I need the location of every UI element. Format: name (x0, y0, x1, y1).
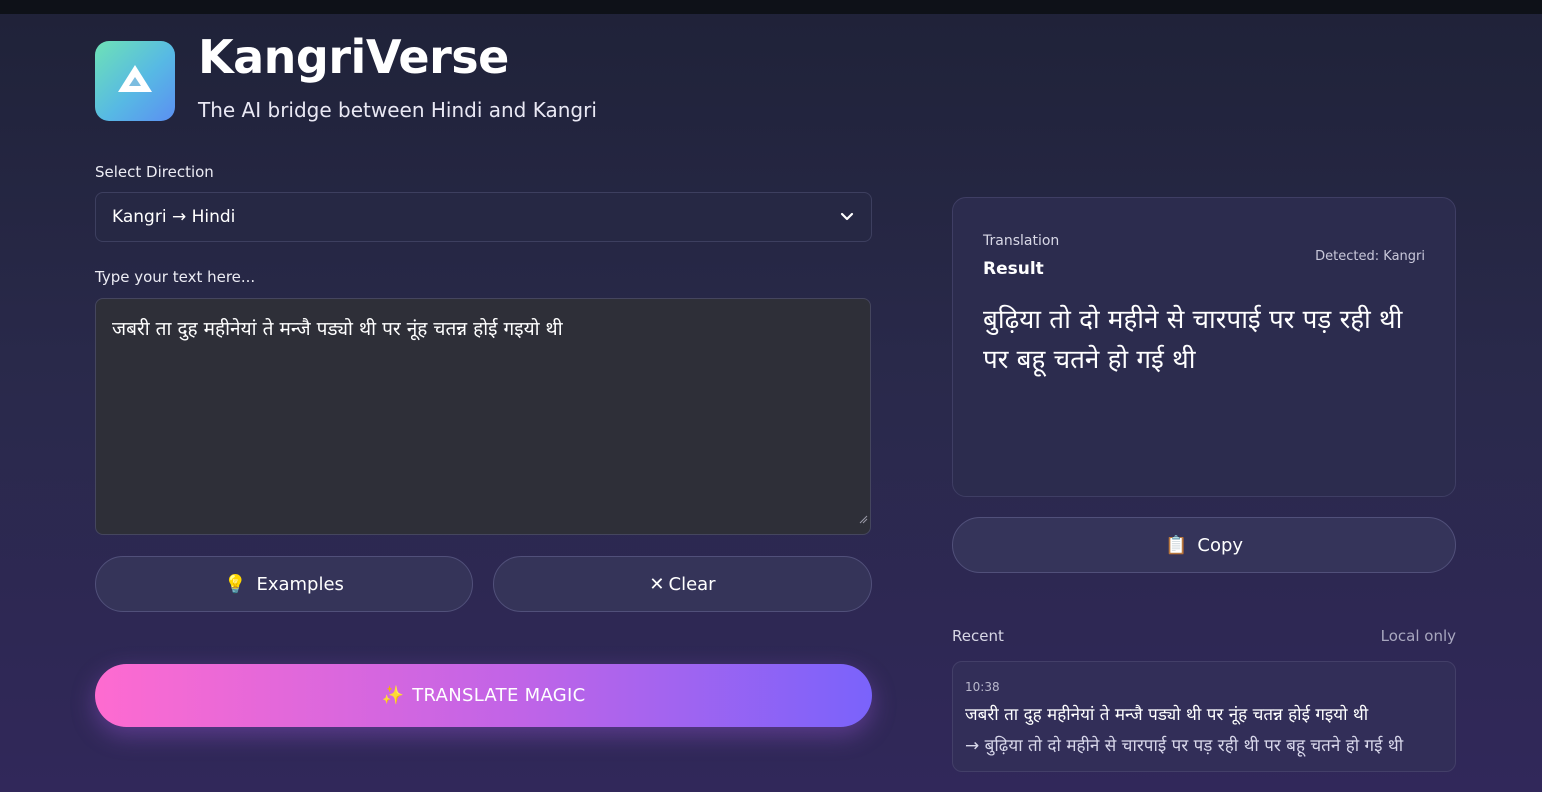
history-item-translation: → बुढ़िया तो दो महीने से चारपाई पर पड़ र… (965, 736, 1404, 756)
result-card: Translation Result Detected: Kangri बुढ़… (952, 197, 1456, 497)
copy-button-label: Copy (1197, 534, 1244, 556)
input-label: Type your text here... (95, 268, 256, 286)
top-bar (0, 0, 1542, 14)
translation-output: बुढ़िया तो दो महीने से चारपाई पर पड़ रही… (983, 305, 1403, 375)
translate-button[interactable]: ✨ TRANSLATE MAGIC (95, 664, 872, 727)
clear-button[interactable]: ✕ Clear (493, 556, 872, 612)
direction-selected-value: Kangri → Hindi (112, 207, 236, 227)
direction-select[interactable]: Kangri → Hindi (95, 192, 872, 242)
detected-language-badge: Detected: Kangri (1315, 249, 1425, 264)
clipboard-icon: 📋 (1164, 534, 1188, 556)
result-heading: Result (983, 259, 1044, 279)
lightbulb-icon: 💡 (224, 573, 247, 595)
app-subtitle: The AI bridge between Hindi and Kangri (198, 98, 597, 122)
examples-button[interactable]: 💡 Examples (95, 556, 473, 612)
clear-button-label: Clear (668, 573, 716, 595)
translate-button-label: TRANSLATE MAGIC (412, 685, 586, 706)
history-item-time: 10:38 (965, 680, 1000, 694)
history-item-source: जबरी ता दुह महीनेयां ते मन्जै पड्यो थी प… (965, 705, 1369, 725)
recent-heading: Recent (952, 627, 1004, 645)
source-text-input[interactable]: जबरी ता दुह महीनेयां ते मन्जै पड्यो थी प… (95, 298, 871, 535)
sparkles-icon: ✨ (381, 685, 405, 706)
copy-button[interactable]: 📋 Copy (952, 517, 1456, 573)
app-logo (95, 41, 175, 121)
history-item[interactable]: 10:38 जबरी ता दुह महीनेयां ते मन्जै पड्य… (952, 661, 1456, 772)
mountain-icon (115, 62, 155, 100)
result-caption: Translation (983, 233, 1060, 249)
chevron-down-icon (839, 207, 855, 232)
close-icon: ✕ (649, 573, 665, 595)
examples-button-label: Examples (256, 573, 344, 595)
direction-label: Select Direction (95, 163, 214, 181)
source-text-value: जबरी ता दुह महीनेयां ते मन्जै पड्यो थी प… (112, 318, 563, 340)
resize-handle-icon[interactable] (858, 504, 868, 532)
app-title: KangriVerse (198, 30, 509, 84)
recent-storage-note: Local only (1380, 627, 1456, 645)
